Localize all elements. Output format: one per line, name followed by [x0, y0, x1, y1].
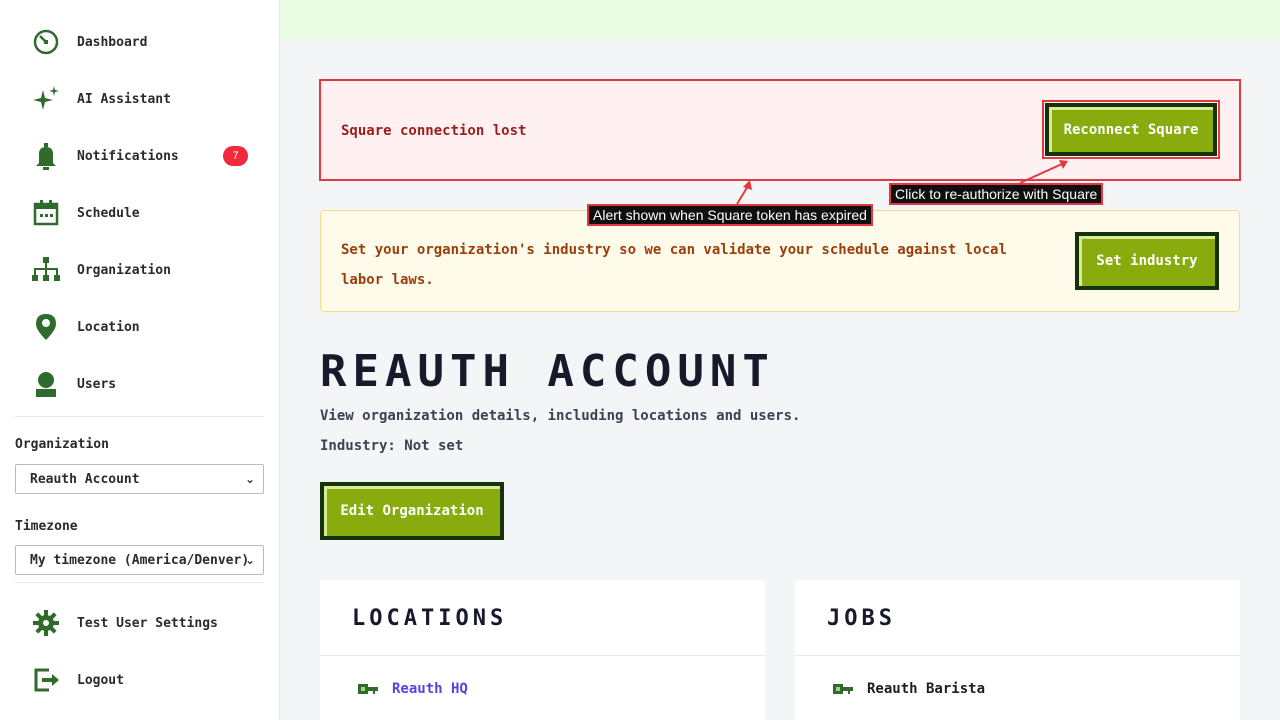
timezone-select-value: My timezone (America/Denver) — [30, 552, 250, 568]
reconnect-square-button[interactable]: Reconnect Square — [1045, 103, 1217, 156]
page-title: REAUTH ACCOUNT — [320, 346, 775, 397]
reconnect-tooltip: Click to re-authorize with Square — [889, 183, 1104, 205]
card-divider — [795, 655, 1240, 656]
job-name: Reauth Barista — [867, 681, 986, 697]
jobs-card-title: JOBS — [827, 606, 896, 631]
sidebar-item-label: Users — [77, 376, 117, 392]
sidebar-item-ai-assistant[interactable]: AI Assistant — [30, 79, 250, 119]
chevron-down-icon: ⌄ — [244, 472, 255, 486]
notification-count-badge: 7 — [223, 146, 248, 166]
key-icon — [358, 684, 378, 694]
dashboard-icon — [30, 26, 62, 58]
sidebar-item-label: Schedule — [77, 205, 140, 221]
organization-select-label: Organization — [15, 437, 109, 452]
sidebar-item-label: Location — [77, 319, 140, 335]
industry-status: Industry: Not set — [320, 438, 464, 454]
locations-card-title: LOCATIONS — [352, 606, 508, 631]
organization-select-value: Reauth Account — [30, 471, 140, 487]
job-list-item[interactable]: Reauth Barista — [833, 681, 985, 697]
page-description: View organization details, including loc… — [320, 408, 801, 424]
sidebar-item-label: Logout — [77, 672, 124, 688]
gear-icon — [30, 607, 62, 639]
sidebar-item-users[interactable]: Users — [30, 364, 250, 404]
timezone-select[interactable]: My timezone (America/Denver) ⌄ — [15, 545, 264, 575]
org-chart-icon — [30, 254, 62, 286]
sidebar-item-location[interactable]: Location — [30, 307, 250, 347]
logout-icon — [30, 664, 62, 696]
top-bar — [280, 0, 1280, 40]
jobs-card: JOBS Reauth Barista — [795, 580, 1240, 720]
timezone-select-label: Timezone — [15, 519, 78, 534]
industry-alert-message: Set your organization's industry so we c… — [341, 242, 1007, 288]
sidebar-item-label: AI Assistant — [77, 91, 171, 107]
bell-icon — [30, 140, 62, 172]
sidebar-item-label: Notifications — [77, 148, 179, 164]
square-alert-message: Square connection lost — [341, 123, 527, 139]
sidebar-divider — [15, 416, 264, 417]
location-list-item[interactable]: Reauth HQ — [358, 681, 468, 697]
calendar-icon — [30, 197, 62, 229]
sidebar-item-test-user-settings[interactable]: Test User Settings — [30, 603, 250, 643]
sidebar: Dashboard AI Assistant Notifications 7 S… — [0, 0, 280, 720]
set-industry-button[interactable]: Set industry — [1075, 232, 1219, 290]
chevron-down-icon: ⌄ — [244, 553, 255, 567]
user-icon — [30, 368, 62, 400]
sidebar-item-notifications[interactable]: Notifications 7 — [30, 136, 250, 176]
key-icon — [833, 684, 853, 694]
sidebar-item-label: Test User Settings — [77, 615, 218, 631]
sidebar-item-schedule[interactable]: Schedule — [30, 193, 250, 233]
sidebar-item-label: Organization — [77, 262, 171, 278]
organization-select[interactable]: Reauth Account ⌄ — [15, 464, 264, 494]
card-divider — [320, 655, 765, 656]
locations-card: LOCATIONS Reauth HQ — [320, 580, 765, 720]
sidebar-item-logout[interactable]: Logout — [30, 660, 250, 700]
sidebar-item-label: Dashboard — [77, 34, 148, 50]
sparkle-icon — [30, 83, 62, 115]
location-link[interactable]: Reauth HQ — [392, 681, 468, 697]
alert-tooltip: Alert shown when Square token has expire… — [587, 204, 873, 226]
edit-organization-button[interactable]: Edit Organization — [320, 482, 504, 540]
sidebar-divider — [15, 582, 264, 583]
sidebar-item-organization[interactable]: Organization — [30, 250, 250, 290]
sidebar-item-dashboard[interactable]: Dashboard — [30, 22, 250, 62]
map-pin-icon — [30, 311, 62, 343]
